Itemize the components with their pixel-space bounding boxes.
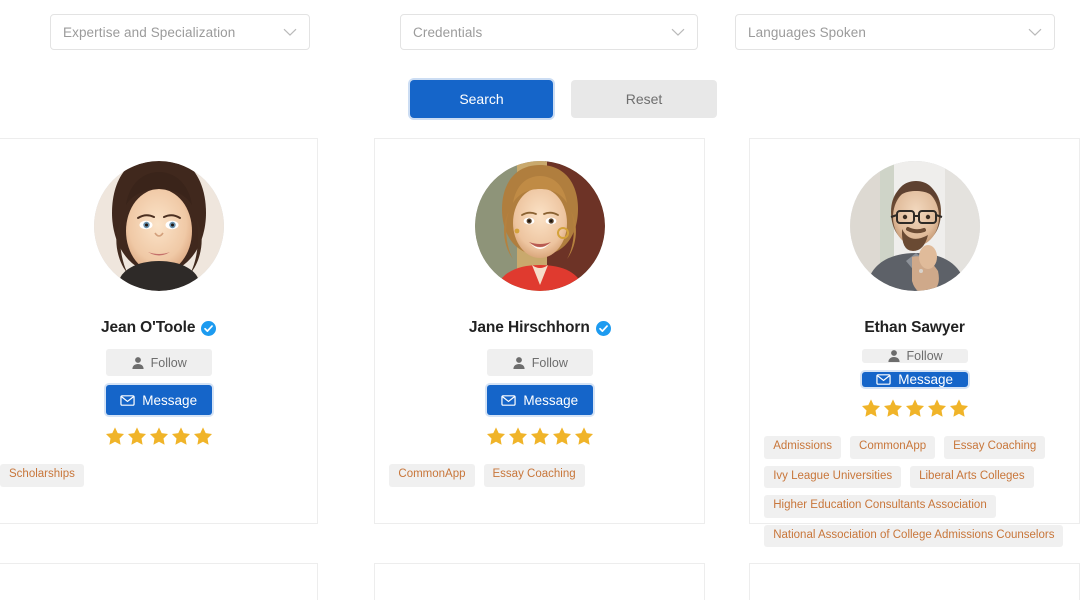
search-button[interactable]: Search xyxy=(410,80,553,118)
counselor-card[interactable]: Jean O'Toole Follow Message Scholarships xyxy=(0,138,319,524)
star-icon xyxy=(927,398,947,418)
message-button[interactable]: Message xyxy=(105,385,212,415)
counselor-card[interactable]: Jane Hirschhorn Follow Message CommonApp… xyxy=(374,138,706,524)
counselor-name-row: Jane Hirschhorn xyxy=(469,319,611,337)
star-icon xyxy=(861,398,881,418)
verified-badge-icon xyxy=(595,320,611,336)
rating-stars xyxy=(861,398,969,418)
star-icon xyxy=(171,426,191,446)
specialty-tag[interactable]: Essay Coaching xyxy=(483,464,585,487)
specialty-tag[interactable]: CommonApp xyxy=(389,464,475,487)
filter-slot-expertise: Expertise and Specialization xyxy=(0,0,360,64)
rating-stars xyxy=(486,426,594,446)
select-credentials[interactable]: Credentials xyxy=(400,14,698,50)
star-icon xyxy=(530,426,550,446)
chevron-down-icon xyxy=(670,24,686,40)
person-icon xyxy=(512,356,526,370)
envelope-icon xyxy=(501,393,517,408)
select-credentials-label: Credentials xyxy=(413,24,483,40)
counselor-name: Ethan Sawyer xyxy=(864,319,965,336)
specialty-tags: Scholarships xyxy=(0,464,303,487)
avatar xyxy=(849,161,980,291)
message-button-label: Message xyxy=(142,392,198,408)
counselor-directory-page: Expertise and Specialization Credentials… xyxy=(0,0,1080,600)
message-button[interactable]: Message xyxy=(486,385,593,415)
counselor-row-1: Jean O'Toole Follow Message Scholarships… xyxy=(0,138,1080,547)
specialty-tag[interactable]: Scholarships xyxy=(0,464,84,487)
specialty-tags: Admissions CommonApp Essay Coaching Ivy … xyxy=(764,436,1065,547)
filter-bar: Expertise and Specialization Credentials… xyxy=(0,0,1080,64)
specialty-tag[interactable]: Admissions xyxy=(764,436,842,459)
counselor-name-row: Jean O'Toole xyxy=(101,319,217,337)
avatar xyxy=(474,161,605,291)
counselor-name-row: Ethan Sawyer xyxy=(864,319,965,337)
follow-button-label: Follow xyxy=(531,355,568,370)
specialty-tags: CommonApp Essay Coaching xyxy=(389,464,690,487)
counselor-card[interactable] xyxy=(749,563,1080,600)
specialty-tag[interactable]: National Association of College Admissio… xyxy=(764,524,1064,547)
specialty-tag[interactable]: Essay Coaching xyxy=(944,436,1046,459)
star-icon xyxy=(193,426,213,446)
specialty-tag[interactable]: CommonApp xyxy=(850,436,936,459)
avatar xyxy=(93,161,224,291)
verified-badge-icon xyxy=(201,320,217,336)
star-icon xyxy=(949,398,969,418)
specialty-tag[interactable]: Liberal Arts Colleges xyxy=(910,465,1034,488)
star-icon xyxy=(905,398,925,418)
counselor-card[interactable] xyxy=(374,563,706,600)
filter-slot-languages: Languages Spoken xyxy=(720,0,1080,64)
counselor-card[interactable]: Ethan Sawyer Follow Message Admissions C… xyxy=(749,138,1080,547)
follow-button-label: Follow xyxy=(150,355,187,370)
counselor-card[interactable] xyxy=(0,563,319,600)
envelope-icon xyxy=(120,393,135,408)
counselor-row-2 xyxy=(0,563,1080,600)
follow-button[interactable]: Follow xyxy=(861,349,968,363)
star-icon xyxy=(508,426,528,446)
chevron-down-icon xyxy=(282,24,298,40)
message-button-label: Message xyxy=(898,372,953,387)
rating-stars xyxy=(105,426,213,446)
star-icon xyxy=(486,426,506,446)
specialty-tag[interactable]: Higher Education Consultants Association xyxy=(764,495,996,518)
counselor-name: Jane Hirschhorn xyxy=(468,319,590,336)
star-icon xyxy=(552,426,572,446)
filter-actions: Search Reset xyxy=(410,80,717,118)
select-expertise-and-specialization[interactable]: Expertise and Specialization xyxy=(50,14,310,50)
star-icon xyxy=(883,398,903,418)
message-button[interactable]: Message xyxy=(861,372,968,387)
star-icon xyxy=(574,426,594,446)
reset-button[interactable]: Reset xyxy=(571,80,717,118)
message-button-label: Message xyxy=(523,392,579,408)
chevron-down-icon xyxy=(1027,24,1043,40)
follow-button[interactable]: Follow xyxy=(486,349,593,376)
counselor-name: Jean O'Toole xyxy=(101,319,196,336)
star-icon xyxy=(127,426,147,446)
star-icon xyxy=(149,426,169,446)
specialty-tag[interactable]: Ivy League Universities xyxy=(764,465,902,488)
filter-slot-credentials: Credentials xyxy=(360,0,720,64)
person-icon xyxy=(887,349,901,363)
person-icon xyxy=(131,356,145,370)
select-languages-spoken[interactable]: Languages Spoken xyxy=(735,14,1055,50)
follow-button-label: Follow xyxy=(906,349,943,363)
counselor-results-grid: Jean O'Toole Follow Message Scholarships… xyxy=(0,138,1080,600)
follow-button[interactable]: Follow xyxy=(105,349,212,376)
star-icon xyxy=(105,426,125,446)
select-expertise-label: Expertise and Specialization xyxy=(63,24,236,40)
envelope-icon xyxy=(876,372,891,387)
select-languages-label: Languages Spoken xyxy=(748,24,866,40)
